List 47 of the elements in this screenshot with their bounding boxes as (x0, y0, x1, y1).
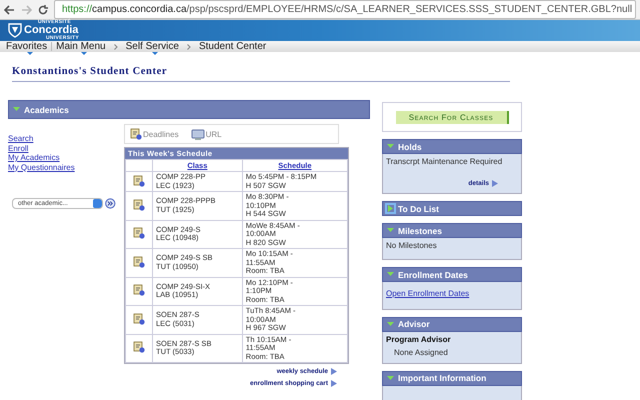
academics-link[interactable]: Enroll (8, 144, 116, 153)
class-detail-icon (133, 341, 145, 354)
class-detail-icon (133, 227, 145, 240)
panel-header[interactable]: Enrollment Dates (382, 267, 522, 282)
search-classes-button[interactable]: Search For Classes (396, 110, 508, 124)
academics-link[interactable]: My Academics (8, 153, 116, 162)
expand-icon (387, 320, 394, 328)
tab-link[interactable]: URL (190, 128, 222, 140)
academics-link[interactable]: My Questionnaires (8, 162, 116, 172)
chevron-icon (186, 44, 191, 50)
expand-icon (387, 227, 394, 234)
panel-header[interactable]: To Do List (382, 201, 522, 216)
page-title: Konstantinos's Student Center (12, 66, 510, 82)
breadcrumb-link[interactable]: Student Center (194, 41, 270, 52)
academics-link[interactable]: Search (8, 134, 116, 144)
class-detail-icon (133, 198, 145, 211)
back-icon[interactable] (4, 4, 15, 14)
panel-link[interactable]: Open Enrollment Dates (386, 285, 518, 302)
panel-header[interactable]: Holds (382, 139, 522, 154)
section-header[interactable]: Academics (8, 100, 370, 119)
panel-header[interactable]: Advisor (382, 316, 522, 332)
expand-icon (387, 271, 394, 278)
expand-icon (387, 374, 394, 382)
class-detail-icon (133, 284, 145, 296)
chevron-icon (114, 44, 118, 50)
breadcrumb-link[interactable]: Main Menu (52, 41, 110, 52)
panel-text: Transcrpt Maintenance Required (386, 157, 504, 166)
panel-header[interactable]: Important Information (382, 370, 522, 386)
arrow-icon (492, 180, 498, 187)
panel-text: No Milestones (386, 241, 438, 250)
class-detail-icon (133, 256, 145, 268)
breadcrumb-link[interactable]: Self Service (122, 41, 183, 52)
calendar-icon (130, 128, 142, 140)
expand-icon (387, 143, 394, 150)
screen-icon (190, 128, 205, 140)
collapse-icon (387, 205, 394, 212)
panel-text: None Assigned (393, 348, 449, 356)
class-detail-icon (133, 174, 145, 186)
breadcrumb-link[interactable]: Favorites (2, 41, 52, 52)
address-bar[interactable]: https://campus.concordia.ca/psp/pscsprd/EMPLOYEE/HRMS/c/SA_LEARNER_SERVICES.SSS_STUDENT_CENTER.GBL?null (54, 0, 636, 19)
reload-icon[interactable] (38, 4, 48, 14)
class-detail-icon (133, 312, 145, 325)
expand-icon (13, 106, 20, 113)
tab-link[interactable]: Deadlines (130, 128, 179, 140)
go-icon[interactable] (105, 198, 116, 209)
panel-header[interactable]: Milestones (382, 223, 522, 238)
panel-label: Program Advisor (386, 334, 452, 344)
